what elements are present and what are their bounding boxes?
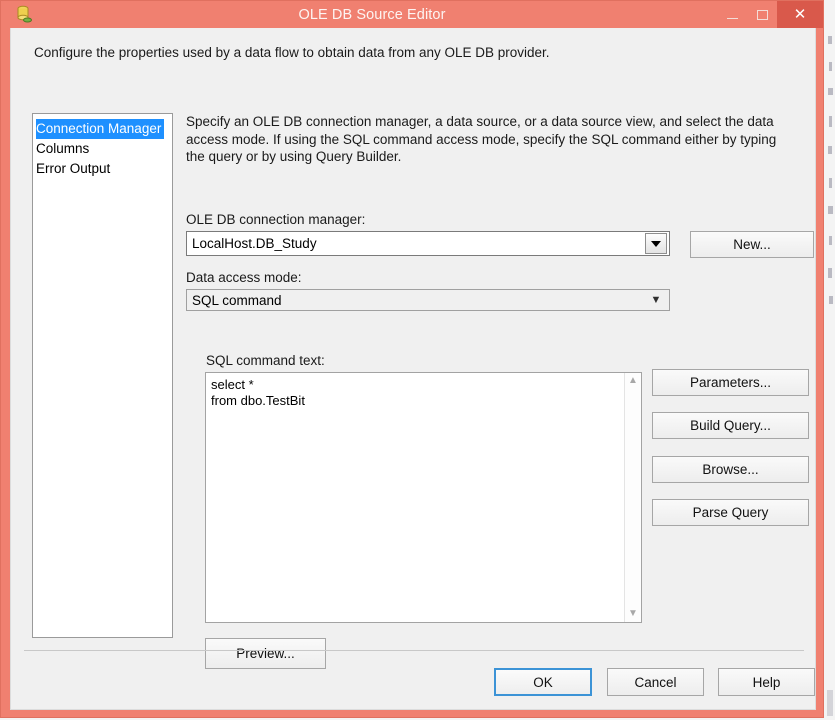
scrollbar-track[interactable] [625,389,641,606]
close-icon: ✕ [793,6,807,23]
data-access-mode-combobox[interactable]: SQL command ▼ [186,289,670,311]
connection-manager-label: OLE DB connection manager: [186,212,366,227]
maximize-button[interactable] [747,1,777,28]
new-connection-button[interactable]: New... [690,231,814,258]
chevron-down-icon[interactable]: ▼ [625,606,641,622]
sql-command-label: SQL command text: [206,353,325,368]
window-title: OLE DB Source Editor [298,6,446,23]
parameters-button[interactable]: Parameters... [652,369,809,396]
sidebar-item-error-output[interactable]: Error Output [33,159,172,179]
instruction-text: Specify an OLE DB connection manager, a … [186,114,777,164]
footer-bar: OK Cancel Help [11,668,817,708]
triangle-down-icon [651,240,661,247]
sql-command-textarea[interactable]: select * from dbo.TestBit ▲ ▼ [205,372,642,623]
sql-command-text[interactable]: select * from dbo.TestBit [206,373,624,622]
dialog-client-area: Configure the properties used by a data … [10,28,816,710]
data-access-mode-label: Data access mode: [186,270,302,285]
connection-manager-combobox[interactable]: LocalHost.DB_Study [186,231,670,256]
ok-button[interactable]: OK [494,668,592,696]
build-query-button[interactable]: Build Query... [652,412,809,439]
sidebar-item-connection-manager[interactable]: Connection Manager [33,119,172,139]
cancel-button[interactable]: Cancel [607,668,704,696]
data-access-mode-value: SQL command [192,292,282,308]
sql-scrollbar[interactable]: ▲ ▼ [624,373,641,622]
minimize-icon [726,17,738,19]
parse-query-button[interactable]: Parse Query [652,499,809,526]
preview-button[interactable]: Preview... [205,638,326,669]
database-icon [15,5,33,24]
dialog-window: OLE DB Source Editor ✕ Configure the pro… [0,0,824,718]
nav-list[interactable]: Connection Manager Columns Error Output [32,113,173,638]
browse-button[interactable]: Browse... [652,456,809,483]
chevron-up-icon[interactable]: ▲ [625,373,641,389]
footer-separator [24,650,804,651]
sidebar-item-columns[interactable]: Columns [33,139,172,159]
maximize-icon [756,9,768,20]
window-controls: ✕ [717,1,823,28]
title-bar[interactable]: OLE DB Source Editor ✕ [1,1,823,28]
dialog-description: Configure the properties used by a data … [34,45,550,60]
connection-manager-value: LocalHost.DB_Study [192,236,317,251]
close-button[interactable]: ✕ [777,1,823,28]
chevron-down-icon[interactable]: ▼ [647,294,669,306]
connection-manager-dropdown-button[interactable] [645,233,667,254]
content-pane: Specify an OLE DB connection manager, a … [186,113,814,669]
sidebar-item-label: Connection Manager [36,119,165,139]
help-button[interactable]: Help [718,668,815,696]
minimize-button[interactable] [717,1,747,28]
